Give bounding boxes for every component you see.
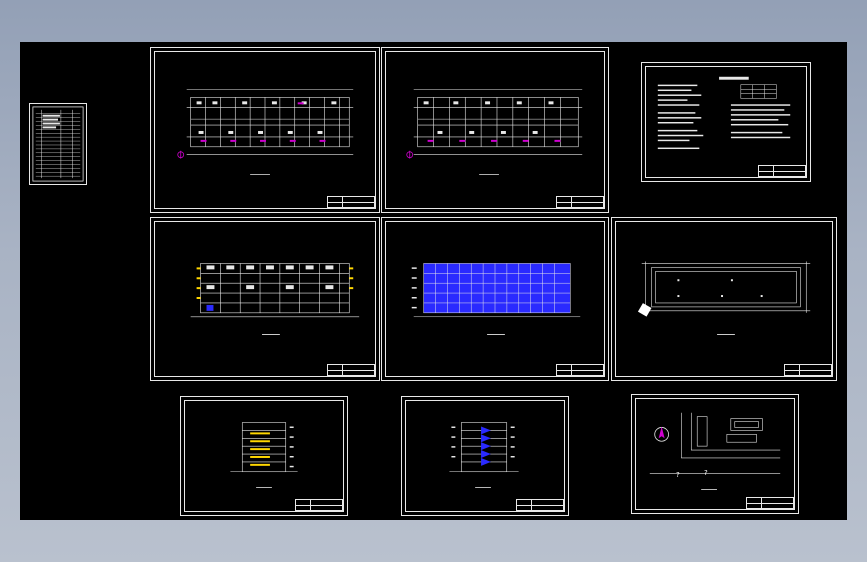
- sheet-floor-plan-1[interactable]: [150, 47, 380, 213]
- sheet-site-plan[interactable]: ? ?: [631, 394, 799, 514]
- title-block: [746, 497, 794, 509]
- design-notes-text: [657, 76, 791, 150]
- floor-plan-drawing: [406, 89, 583, 175]
- sheet-section[interactable]: [401, 396, 569, 516]
- floor-plan-drawing: [177, 89, 354, 175]
- elevation-drawing-blue: [411, 263, 581, 335]
- title-block: [758, 165, 806, 177]
- title-block: [556, 196, 604, 208]
- drawing-index-table: [32, 106, 84, 182]
- site-plan-drawing: [649, 412, 781, 490]
- site-marker-a: ?: [676, 471, 680, 479]
- title-block: [295, 499, 343, 511]
- title-block: [784, 364, 832, 376]
- sheet-design-notes[interactable]: [641, 62, 811, 182]
- section-drawing: [449, 422, 519, 488]
- sheet-elevation-1[interactable]: [150, 217, 380, 381]
- sheet-floor-plan-2[interactable]: [381, 47, 609, 213]
- roof-plan-drawing: [637, 261, 811, 335]
- sheet-elevation-2[interactable]: [381, 217, 609, 381]
- drawing-canvas[interactable]: ? ?: [20, 42, 847, 520]
- site-marker-b: ?: [704, 469, 708, 477]
- elevation-drawing: [190, 263, 360, 335]
- sheet-side-elevation[interactable]: [180, 396, 348, 516]
- title-block: [327, 364, 375, 376]
- title-block: [556, 364, 604, 376]
- side-elevation-drawing: [230, 422, 298, 488]
- sheet-roof-plan[interactable]: [611, 217, 837, 381]
- title-block: [327, 196, 375, 208]
- title-block: [516, 499, 564, 511]
- sheet-drawing-index[interactable]: [29, 103, 87, 185]
